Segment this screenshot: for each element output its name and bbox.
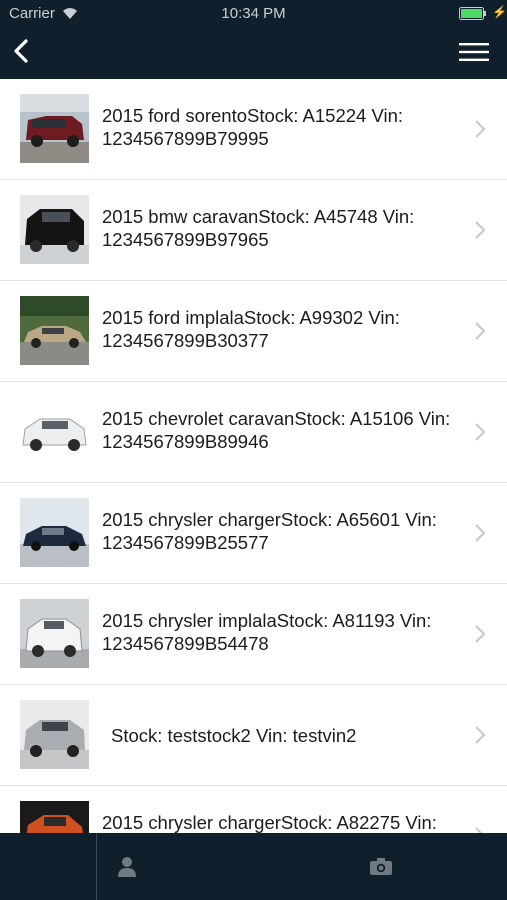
list-item[interactable]: 2015 chrysler chargerStock: A65601 Vin: … — [0, 483, 507, 584]
chevron-right-icon — [475, 524, 486, 542]
tab-profile[interactable] — [0, 833, 136, 900]
vehicle-title: 2015 chevrolet caravanStock: A15106 Vin:… — [102, 408, 451, 452]
vehicle-title: 2015 chrysler implalaStock: A81193 Vin: … — [102, 610, 432, 654]
vehicle-title: 2015 chrysler chargerStock: A82275 Vin: — [102, 812, 437, 833]
tab-camera[interactable] — [97, 833, 507, 900]
chevron-right-icon — [475, 221, 486, 239]
vehicle-title: 2015 ford sorentoStock: A15224 Vin: 1234… — [102, 105, 404, 149]
chevron-right-icon — [475, 625, 486, 643]
list-item[interactable]: Stock: teststock2 Vin: testvin2 — [0, 685, 507, 786]
navigation-bar: Carrier 10:34 PM ⚡ — [0, 0, 507, 79]
vehicle-title: 2015 ford implalaStock: A99302 Vin: 1234… — [102, 307, 400, 351]
list-item[interactable]: 2015 chrysler chargerStock: A82275 Vin: — [0, 786, 507, 833]
status-bar: Carrier 10:34 PM ⚡ — [0, 0, 507, 28]
chevron-right-icon — [475, 726, 486, 744]
chevron-right-icon — [475, 827, 483, 833]
camera-icon — [370, 858, 392, 875]
hamburger-menu-icon[interactable] — [457, 40, 491, 64]
tab-bar — [0, 833, 507, 900]
chevron-right-icon — [475, 423, 486, 441]
status-time: 10:34 PM — [221, 5, 286, 22]
battery-icon — [459, 7, 486, 20]
list-item[interactable]: 2015 ford implalaStock: A99302 Vin: 1234… — [0, 281, 507, 382]
charging-icon: ⚡ — [492, 5, 507, 19]
vehicle-title: Stock: teststock2 Vin: testvin2 — [111, 725, 357, 746]
vehicle-photo — [20, 599, 89, 668]
chevron-right-icon — [475, 120, 486, 138]
vehicle-photo — [20, 296, 89, 365]
vehicle-list[interactable]: 2015 ford sorentoStock: A15224 Vin: 1234… — [0, 79, 507, 833]
vehicle-photo — [20, 801, 89, 833]
list-item[interactable]: 2015 chrysler implalaStock: A81193 Vin: … — [0, 584, 507, 685]
list-item[interactable]: 2015 chevrolet caravanStock: A15106 Vin:… — [0, 382, 507, 483]
vehicle-photo — [20, 195, 89, 264]
list-item[interactable]: 2015 bmw caravanStock: A45748 Vin: 12345… — [0, 180, 507, 281]
list-item[interactable]: 2015 ford sorentoStock: A15224 Vin: 1234… — [0, 79, 507, 180]
vehicle-title: 2015 chrysler chargerStock: A65601 Vin: … — [102, 509, 437, 553]
vehicle-photo — [20, 397, 89, 466]
chevron-left-icon[interactable] — [8, 36, 34, 66]
chevron-right-icon — [475, 322, 486, 340]
vehicle-photo — [20, 498, 89, 567]
vehicle-photo — [20, 94, 89, 163]
vehicle-photo — [20, 700, 89, 769]
vehicle-title: 2015 bmw caravanStock: A45748 Vin: 12345… — [102, 206, 415, 250]
